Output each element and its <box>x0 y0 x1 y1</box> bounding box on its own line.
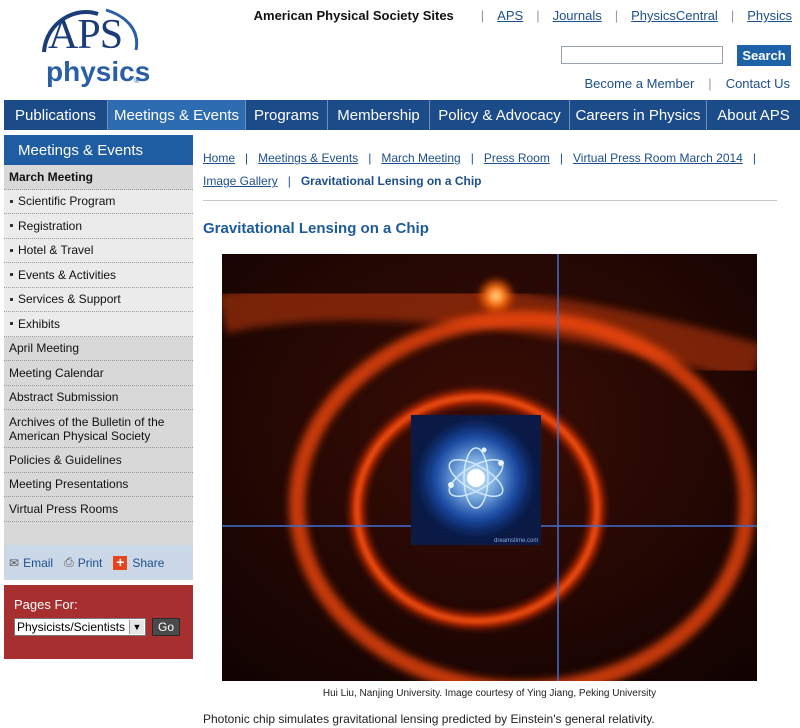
gravitational-lensing-image: dreamstime.com <box>222 254 757 681</box>
sidebar-list: March Meeting Scientific Program Registr… <box>4 165 193 551</box>
nav-publications[interactable]: Publications <box>4 100 108 130</box>
sidebar-header[interactable]: Meetings & Events <box>4 135 193 165</box>
image-caption: Hui Liu, Nanjing University. Image court… <box>322 688 657 699</box>
bullet-icon <box>10 199 13 203</box>
breadcrumb-virtual-press-room[interactable]: Virtual Press Room March 2014 <box>573 151 743 165</box>
sidebar-subitem-hotel-travel[interactable]: Hotel & Travel <box>4 238 193 263</box>
aps-sites-bar: American Physical Society Sites | APS | … <box>253 8 792 23</box>
site-link-journals[interactable]: Journals <box>553 8 602 23</box>
breadcrumb-current: Gravitational Lensing on a Chip <box>300 174 482 188</box>
search-button[interactable]: Search <box>737 45 791 66</box>
sidebar-subitem-scientific-program[interactable]: Scientific Program <box>4 189 193 214</box>
email-link[interactable]: ✉ Email <box>9 556 53 570</box>
breadcrumb-meetings-events[interactable]: Meetings & Events <box>258 151 358 165</box>
go-button[interactable]: Go <box>152 618 180 636</box>
bullet-icon <box>10 273 13 277</box>
nav-about-aps[interactable]: About APS <box>707 100 800 130</box>
sites-title: American Physical Society Sites <box>253 8 454 23</box>
breadcrumb-march-meeting[interactable]: March Meeting <box>381 151 460 165</box>
share-link[interactable]: + Share <box>113 555 164 570</box>
bullet-icon <box>10 248 13 252</box>
search-input[interactable] <box>561 46 723 64</box>
sidebar-item-april-meeting[interactable]: April Meeting <box>4 336 193 361</box>
contact-us-link[interactable]: Contact Us <box>726 76 790 91</box>
breadcrumb-image-gallery[interactable]: Image Gallery <box>203 174 278 188</box>
sidebar-subitem-events-activities[interactable]: Events & Activities <box>4 263 193 288</box>
breadcrumb-press-room[interactable]: Press Room <box>484 151 550 165</box>
breadcrumb: Home | Meetings & Events | March Meeting | Pre… <box>203 151 756 188</box>
become-member-link[interactable]: Become a Member <box>584 76 694 91</box>
nav-careers-in-physics[interactable]: Careers in Physics <box>570 100 707 130</box>
sidebar-subitem-exhibits[interactable]: Exhibits <box>4 312 193 337</box>
plus-icon: + <box>113 555 128 570</box>
breadcrumb-home[interactable]: Home <box>203 151 235 165</box>
bullet-icon <box>10 322 13 326</box>
nav-membership[interactable]: Membership <box>328 100 430 130</box>
envelope-icon: ✉ <box>9 555 20 570</box>
lensing-illustration: dreamstime.com <box>222 254 757 681</box>
site-link-aps[interactable]: APS <box>497 8 523 23</box>
sidebar-subitem-registration[interactable]: Registration <box>4 214 193 239</box>
pages-for-title: Pages For: <box>14 597 78 612</box>
nav-policy-advocacy[interactable]: Policy & Advocacy <box>430 100 570 130</box>
sidebar-item-march-meeting[interactable]: March Meeting <box>4 165 193 190</box>
pages-for-box: Pages For: Physicists/Scientists ▼ Go <box>4 585 193 659</box>
chevron-down-icon: ▼ <box>129 620 144 634</box>
member-links: Become a Member | Contact Us <box>584 76 790 91</box>
bullet-icon <box>10 224 13 228</box>
image-watermark: dreamstime.com <box>494 538 538 544</box>
logo-registered-mark: ® <box>134 76 140 85</box>
sidebar-item-meeting-presentations[interactable]: Meeting Presentations <box>4 472 193 497</box>
nav-meetings-events[interactable]: Meetings & Events <box>108 100 246 130</box>
sidebar-item-abstract-submission[interactable]: Abstract Submission <box>4 385 193 410</box>
sidebar-item-policies-guidelines[interactable]: Policies & Guidelines <box>4 448 193 473</box>
description-text: Photonic chip simulates gravitational le… <box>203 712 655 726</box>
printer-icon: ⎙ <box>64 555 74 569</box>
nav-programs[interactable]: Programs <box>246 100 328 130</box>
sidebar-item-meeting-calendar[interactable]: Meeting Calendar <box>4 361 193 386</box>
site-link-physicscentral[interactable]: PhysicsCentral <box>631 8 718 23</box>
sidebar-item-virtual-press-rooms[interactable]: Virtual Press Rooms <box>4 497 193 522</box>
page-title: Gravitational Lensing on a Chip <box>203 220 429 237</box>
sidebar-subitem-services-support[interactable]: Services & Support <box>4 287 193 312</box>
main-nav: Publications Meetings & Events Programs … <box>4 100 800 130</box>
audience-select[interactable]: Physicists/Scientists ▼ <box>14 618 146 636</box>
logo-aps-text: APS <box>48 12 123 58</box>
bullet-icon <box>10 297 13 301</box>
divider <box>203 200 777 201</box>
sidebar-item-archives-bulletin[interactable]: Archives of the Bulletin of the American… <box>4 410 193 448</box>
print-link[interactable]: ⎙ Print <box>64 555 102 570</box>
share-tools: ✉ Email ⎙ Print + Share <box>4 545 193 580</box>
site-link-physics[interactable]: Physics <box>747 8 792 23</box>
